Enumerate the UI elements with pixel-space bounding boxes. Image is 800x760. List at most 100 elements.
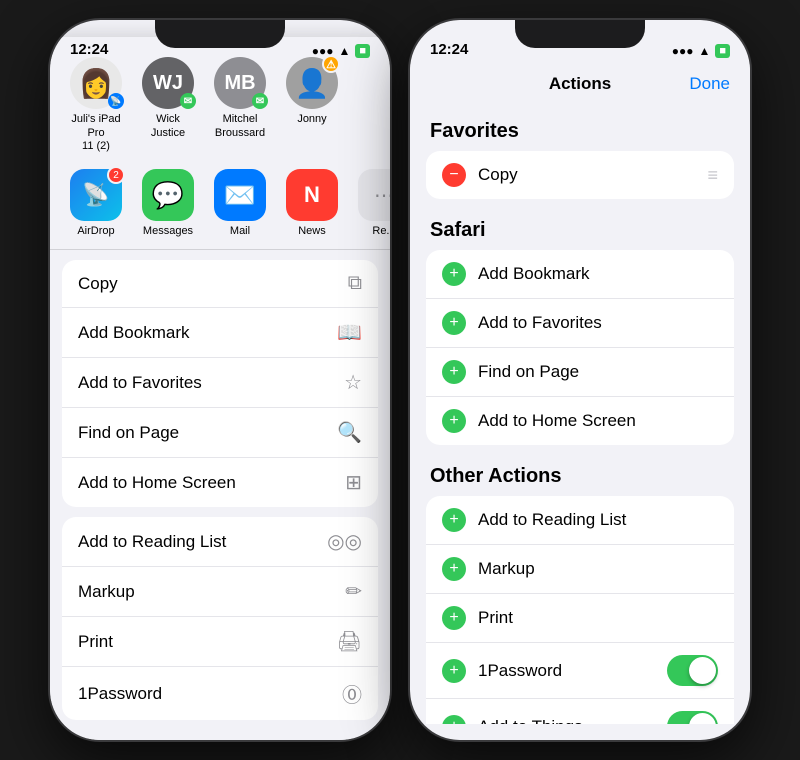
copy-label: Copy — [78, 274, 118, 294]
glasses-icon: ◎◎ — [327, 529, 362, 554]
phone-1: 12:24 ●●● ▲ ■ ✕ 👩 — [50, 20, 390, 740]
add-favorites-row-label: Add to Favorites — [478, 313, 602, 333]
messages-label: Messages — [143, 225, 193, 237]
plus-icon-find[interactable]: + — [442, 360, 466, 384]
battery-icon: ■ — [355, 44, 370, 58]
plus-icon-things[interactable]: + — [442, 715, 466, 725]
row-find-on-page[interactable]: + Find on Page — [426, 348, 734, 397]
more-icon: ⋯ — [358, 169, 390, 221]
section-other-title: Other Actions — [410, 449, 750, 496]
find-on-page-row-label: Find on Page — [478, 362, 579, 382]
row-add-to-favorites[interactable]: + Add to Favorites — [426, 299, 734, 348]
plus-icon-markup[interactable]: + — [442, 557, 466, 581]
print-label: Print — [78, 632, 113, 652]
row-find-on-page-left: + Find on Page — [442, 360, 579, 384]
status-bar-1: 12:24 ●●● ▲ ■ — [50, 20, 390, 64]
phone-2: 12:24 ●●● ▲ ■ Actions Done Favorites — [410, 20, 750, 740]
row-add-bookmark[interactable]: + Add Bookmark — [426, 250, 734, 299]
contact-name-jonny: Jonny — [297, 113, 326, 126]
contact-name-wj: WickJustice — [151, 113, 185, 139]
1password-row-label: 1Password — [478, 661, 562, 681]
find-on-page-label: Find on Page — [78, 423, 179, 443]
phone-1-screen: 12:24 ●●● ▲ ■ ✕ 👩 — [50, 20, 390, 740]
other-actions-list: + Add to Reading List + Markup + P — [426, 496, 734, 724]
plus-square-icon: ⊞ — [345, 470, 362, 495]
drag-handle-copy[interactable]: ≡ — [707, 165, 718, 186]
actions-header: Actions Done — [410, 64, 750, 104]
section-favorites-title: Favorites — [410, 104, 750, 151]
done-button[interactable]: Done — [689, 74, 730, 94]
action-1password[interactable]: 1Password ⓪ — [62, 667, 378, 720]
contact-jonny[interactable]: 👤 ⚠ Jonny — [278, 57, 346, 153]
contact-wj[interactable]: WJ ✉ WickJustice — [134, 57, 202, 153]
action-add-favorites[interactable]: Add to Favorites ☆ — [62, 358, 378, 408]
row-1password[interactable]: + 1Password — [426, 643, 734, 699]
action-copy[interactable]: Copy ⧉ — [62, 260, 378, 308]
news-label: News — [298, 225, 326, 237]
action-add-home-screen[interactable]: Add to Home Screen ⊞ — [62, 458, 378, 507]
badge-mb: ✉ — [252, 93, 268, 109]
action-find-on-page[interactable]: Find on Page 🔍 — [62, 408, 378, 458]
wifi-icon-2: ▲ — [698, 44, 710, 58]
minus-icon-copy[interactable]: − — [442, 163, 466, 187]
contact-julis-ipad[interactable]: 👩 📡 Juli's iPad Pro11 (2) — [62, 57, 130, 153]
markup-icon: ✏ — [345, 579, 362, 604]
contact-mb[interactable]: MB ✉ MitchelBroussard — [206, 57, 274, 153]
toggle-1password[interactable] — [667, 655, 718, 686]
row-add-favorites-left: + Add to Favorites — [442, 311, 602, 335]
plus-icon-print[interactable]: + — [442, 606, 466, 630]
row-add-things[interactable]: + Add to Things — [426, 699, 734, 724]
row-add-things-left: + Add to Things — [442, 715, 583, 725]
action-reading-list[interactable]: Add to Reading List ◎◎ — [62, 517, 378, 567]
plus-icon-favorites[interactable]: + — [442, 311, 466, 335]
contacts-row: 👩 📡 Juli's iPad Pro11 (2) WJ ✉ WickJusti… — [50, 49, 390, 165]
status-icons-2: ●●● ▲ ■ — [672, 44, 730, 58]
row-reading-list[interactable]: + Add to Reading List — [426, 496, 734, 545]
row-markup-left: + Markup — [442, 557, 535, 581]
plus-icon-reading[interactable]: + — [442, 508, 466, 532]
app-airdrop[interactable]: 📡 2 AirDrop — [62, 169, 130, 237]
row-reading-list-left: + Add to Reading List — [442, 508, 626, 532]
action-markup[interactable]: Markup ✏ — [62, 567, 378, 617]
battery-icon-2: ■ — [715, 44, 730, 58]
app-news[interactable]: N News — [278, 169, 346, 237]
add-home-row-label: Add to Home Screen — [478, 411, 636, 431]
time-1: 12:24 — [70, 41, 108, 58]
app-messages[interactable]: 💬 Messages — [134, 169, 202, 237]
status-bar-2: 12:24 ●●● ▲ ■ — [410, 20, 750, 64]
add-home-screen-label: Add to Home Screen — [78, 473, 236, 493]
printer-icon: 🖨 — [337, 629, 362, 654]
action-list-2: Add to Reading List ◎◎ Markup ✏ Print 🖨 … — [62, 517, 378, 720]
1password-label: 1Password — [78, 684, 162, 704]
row-copy[interactable]: − Copy ≡ — [426, 151, 734, 199]
time-2: 12:24 — [430, 41, 468, 58]
news-icon: N — [286, 169, 338, 221]
1password-icon: ⓪ — [342, 679, 362, 708]
actions-title: Actions — [549, 74, 611, 94]
more-label: Re... — [372, 225, 390, 237]
row-print[interactable]: + Print — [426, 594, 734, 643]
safari-list: + Add Bookmark + Add to Favorites + — [426, 250, 734, 445]
contact-name-mb: MitchelBroussard — [215, 113, 265, 139]
avatar-jonny: 👤 ⚠ — [286, 57, 338, 109]
section-safari-title: Safari — [410, 203, 750, 250]
toggle-thumb-things — [689, 713, 716, 724]
row-markup[interactable]: + Markup — [426, 545, 734, 594]
app-mail[interactable]: ✉️ Mail — [206, 169, 274, 237]
phone-2-screen: 12:24 ●●● ▲ ■ Actions Done Favorites — [410, 20, 750, 740]
row-add-home-left: + Add to Home Screen — [442, 409, 636, 433]
copy-row-label: Copy — [478, 165, 518, 185]
row-add-home-screen[interactable]: + Add to Home Screen — [426, 397, 734, 445]
toggle-add-things[interactable] — [667, 711, 718, 724]
reading-list-label: Add to Reading List — [78, 532, 226, 552]
wifi-icon: ▲ — [338, 44, 350, 58]
action-print[interactable]: Print 🖨 — [62, 617, 378, 667]
actions-scroll-content[interactable]: Favorites − Copy ≡ Safari + — [410, 104, 750, 724]
status-icons-1: ●●● ▲ ■ — [312, 44, 370, 58]
app-more[interactable]: ⋯ Re... — [350, 169, 390, 237]
plus-icon-bookmark[interactable]: + — [442, 262, 466, 286]
plus-icon-home[interactable]: + — [442, 409, 466, 433]
plus-icon-1password[interactable]: + — [442, 659, 466, 683]
airdrop-label: AirDrop — [77, 225, 114, 237]
action-add-bookmark[interactable]: Add Bookmark 📖 — [62, 308, 378, 358]
